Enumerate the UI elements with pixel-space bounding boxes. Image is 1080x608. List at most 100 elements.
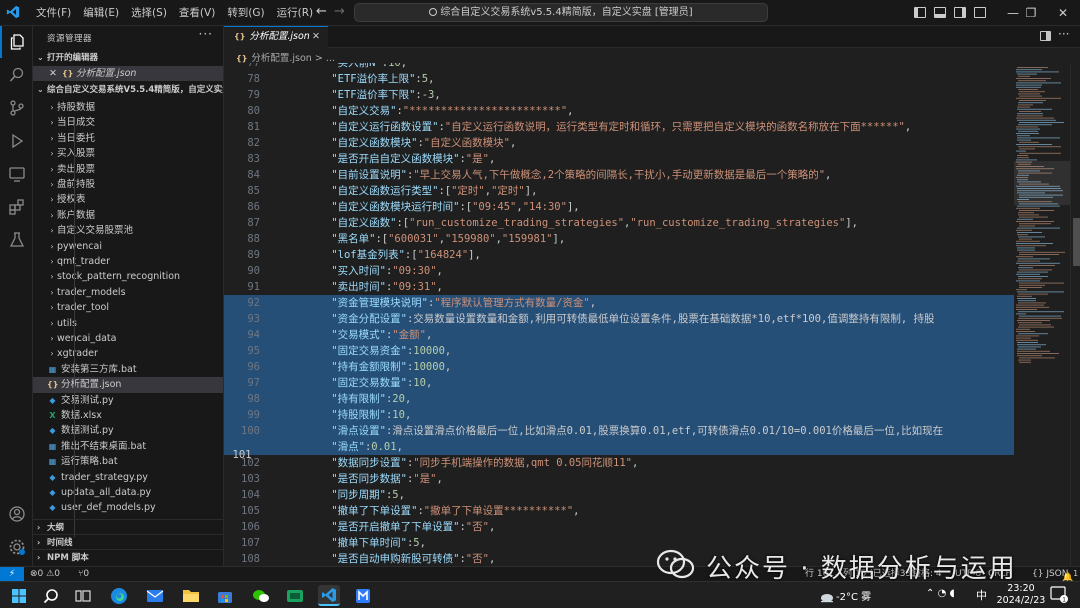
folder-item[interactable]: › 盘前持股 — [33, 177, 223, 192]
menu-item-3[interactable]: 查看(V) — [173, 0, 221, 26]
tab-analysis-config[interactable]: {} 分析配置.json ✕ — [224, 26, 328, 48]
toggle-panel-icon[interactable] — [934, 7, 946, 18]
code-line[interactable]: 95 "固定交易资金":10000, — [224, 343, 1014, 359]
wifi-icon[interactable]: ◔ — [938, 588, 947, 599]
code-line[interactable]: 92 "资金管理模块说明":"程序默认管理方式有数量/资金", — [224, 295, 1014, 311]
code-line[interactable]: 80 "自定义交易":"************************", — [224, 103, 1014, 119]
more-actions-icon[interactable]: ··· — [1058, 27, 1069, 41]
folder-item[interactable]: › utils — [33, 316, 223, 331]
code-line[interactable]: 84 "目前设置说明":"早上交易人气,下午做概念,2个策略的间隔长,干扰小,手… — [224, 167, 1014, 183]
problems-status[interactable]: ⊗0 ⚠0 — [30, 567, 60, 581]
maximize-button[interactable]: ❐ — [1014, 0, 1048, 26]
extensions-icon[interactable] — [0, 191, 33, 223]
folder-item[interactable]: › stock_pattern_recognition — [33, 269, 223, 284]
code-line[interactable]: 96 "持有金额限制":10000, — [224, 359, 1014, 375]
wechat-icon[interactable] — [250, 585, 272, 606]
customize-layout-icon[interactable] — [974, 7, 986, 18]
menu-item-0[interactable]: 文件(F) — [30, 0, 77, 26]
minimap-slider[interactable] — [1014, 161, 1070, 205]
file-explorer-icon[interactable] — [180, 585, 202, 606]
chevron-up-icon[interactable]: ⌃ — [926, 588, 934, 599]
system-clock[interactable]: 23:20 2024/2/23 — [995, 583, 1047, 607]
code-line[interactable]: 77 "买入前N":10, — [224, 63, 1014, 71]
code-line[interactable]: 93 "资金分配设置":交易数量设置数量和金额,利用可转债最低单位设置条件,股票… — [224, 311, 1014, 327]
ports-status[interactable]: ⑂0 — [78, 567, 89, 581]
testing-flask-icon[interactable] — [0, 224, 33, 256]
code-line[interactable]: 85 "自定义函数运行类型":["定时","定时"], — [224, 183, 1014, 199]
open-editor-item[interactable]: ✕{} 分析配置.json — [33, 66, 223, 82]
file-item[interactable]: ▦ 运行策略.bat — [33, 454, 223, 469]
code-line[interactable]: 90 "买入时间":"09:30", — [224, 263, 1014, 279]
source-control-icon[interactable] — [0, 92, 33, 124]
manage-gear-icon[interactable] — [0, 531, 33, 563]
folder-item[interactable]: › xgtrader — [33, 346, 223, 361]
folder-item[interactable]: › trader_tool — [33, 300, 223, 315]
green-terminal-app-icon[interactable] — [284, 585, 306, 606]
forward-arrow-icon[interactable]: → — [334, 4, 345, 19]
file-item[interactable]: ◆ 数据测试.py — [33, 423, 223, 438]
file-item[interactable]: ◆ updata_all_data.py — [33, 485, 223, 500]
toggle-primary-sidebar-icon[interactable] — [914, 7, 926, 18]
workspace-section[interactable]: ⌄ 综合自定义交易系统V5.5.4精简版，自定义实盘... — [33, 82, 223, 98]
menu-item-1[interactable]: 编辑(E) — [77, 0, 125, 26]
file-item[interactable]: ◆ user_def_models.py — [33, 500, 223, 515]
code-line[interactable]: 94 "交易模式":"金额", — [224, 327, 1014, 343]
toggle-secondary-sidebar-icon[interactable] — [954, 7, 966, 18]
explorer-icon[interactable] — [0, 26, 33, 58]
breadcrumb[interactable]: {} 分析配置.json > ... — [236, 50, 335, 64]
folder-item[interactable]: › pywencai — [33, 239, 223, 254]
close-tab-icon[interactable]: ✕ — [312, 27, 320, 47]
outline-section[interactable]: › 大纲 — [33, 519, 223, 535]
file-item[interactable]: {} 分析配置.json — [33, 377, 223, 393]
folder-item[interactable]: › 买入股票 — [33, 146, 223, 161]
code-line[interactable]: 106 "是否开启撤单了下单设置":"否", — [224, 519, 1014, 535]
code-line[interactable]: 86 "自定义函数模块运行时间":["09:45","14:30"], — [224, 199, 1014, 215]
file-item[interactable]: ▦ 推出不结束桌面.bat — [33, 439, 223, 454]
scrollbar-thumb[interactable] — [1073, 218, 1080, 266]
close-icon[interactable]: ✕ — [49, 68, 57, 79]
run-debug-icon[interactable] — [0, 125, 33, 157]
code-editor[interactable]: 77 "买入前N":10, 78 "ETF溢价率上限":5, 79 "ETF溢价率下… — [224, 63, 1014, 566]
folder-item[interactable]: › 当日委托 — [33, 131, 223, 146]
code-line[interactable]: 97 "固定交易数量":10, — [224, 375, 1014, 391]
code-line[interactable]: 89 "lof基金列表":["164824"], — [224, 247, 1014, 263]
close-window-button[interactable]: ✕ — [1046, 0, 1080, 26]
menu-item-5[interactable]: 运行(R) — [271, 0, 320, 26]
more-actions-icon[interactable]: ··· — [199, 27, 213, 41]
code-line[interactable]: 98 "持有限制":20, — [224, 391, 1014, 407]
minimap[interactable] — [1014, 63, 1070, 566]
code-line[interactable]: 88 "黑名单":["600031","159980","159981"], — [224, 231, 1014, 247]
search-view-icon[interactable] — [0, 59, 33, 91]
folder-item[interactable]: › 当日成交 — [33, 115, 223, 130]
system-tray-icons[interactable]: ⌃ ◔ ◖ — [926, 588, 955, 599]
folder-item[interactable]: › 授权表 — [33, 192, 223, 207]
folder-item[interactable]: › wencai_data — [33, 331, 223, 346]
remote-explorer-icon[interactable] — [0, 158, 33, 190]
vscode-taskbar-icon[interactable] — [318, 585, 340, 606]
folder-item[interactable]: › 自定义交易股票池 — [33, 223, 223, 238]
task-view-icon[interactable] — [72, 585, 94, 606]
file-item[interactable]: ◆ 交易测试.py — [33, 393, 223, 408]
code-line[interactable]: 83 "是否开启自定义函数模块":"是", — [224, 151, 1014, 167]
file-item[interactable]: X 数据.xlsx — [33, 408, 223, 423]
code-line[interactable]: 87 "自定义函数":["run_customize_trading_strat… — [224, 215, 1014, 231]
code-line[interactable]: 100 "滑点设置":滑点设置滑点价格最后一位,比如滑点0.01,股票换算0.0… — [224, 423, 1014, 439]
folder-item[interactable]: › 账户数据 — [33, 208, 223, 223]
timeline-section[interactable]: › 时间线 — [33, 534, 223, 550]
blue-app-icon[interactable] — [352, 585, 374, 606]
menu-item-2[interactable]: 选择(S) — [125, 0, 173, 26]
windows-start-icon[interactable] — [8, 585, 30, 606]
command-center-search[interactable]: 综合自定义交易系统v5.5.4精简版，自定义实盘 [管理员] — [354, 3, 768, 22]
folder-item[interactable]: › trader_models — [33, 285, 223, 300]
file-item[interactable]: ▦ 安装第三方库.bat — [33, 362, 223, 377]
edge-browser-icon[interactable] — [108, 585, 130, 606]
split-editor-icon[interactable] — [1040, 31, 1051, 41]
npm-scripts-section[interactable]: › NPM 脚本 — [33, 549, 223, 565]
remote-indicator-button[interactable]: ⚡ — [0, 567, 24, 582]
code-line[interactable]: 101 "滑点":0.01, — [224, 439, 1014, 461]
folder-item[interactable]: › 卖出股票 — [33, 162, 223, 177]
taskbar-search-icon[interactable] — [40, 585, 62, 606]
code-line[interactable]: 104 "同步周期":5, — [224, 487, 1014, 503]
code-line[interactable]: 105 "撤单了下单设置":"撤单了下单设置**********", — [224, 503, 1014, 519]
code-line[interactable]: 91 "卖出时间":"09:31", — [224, 279, 1014, 295]
